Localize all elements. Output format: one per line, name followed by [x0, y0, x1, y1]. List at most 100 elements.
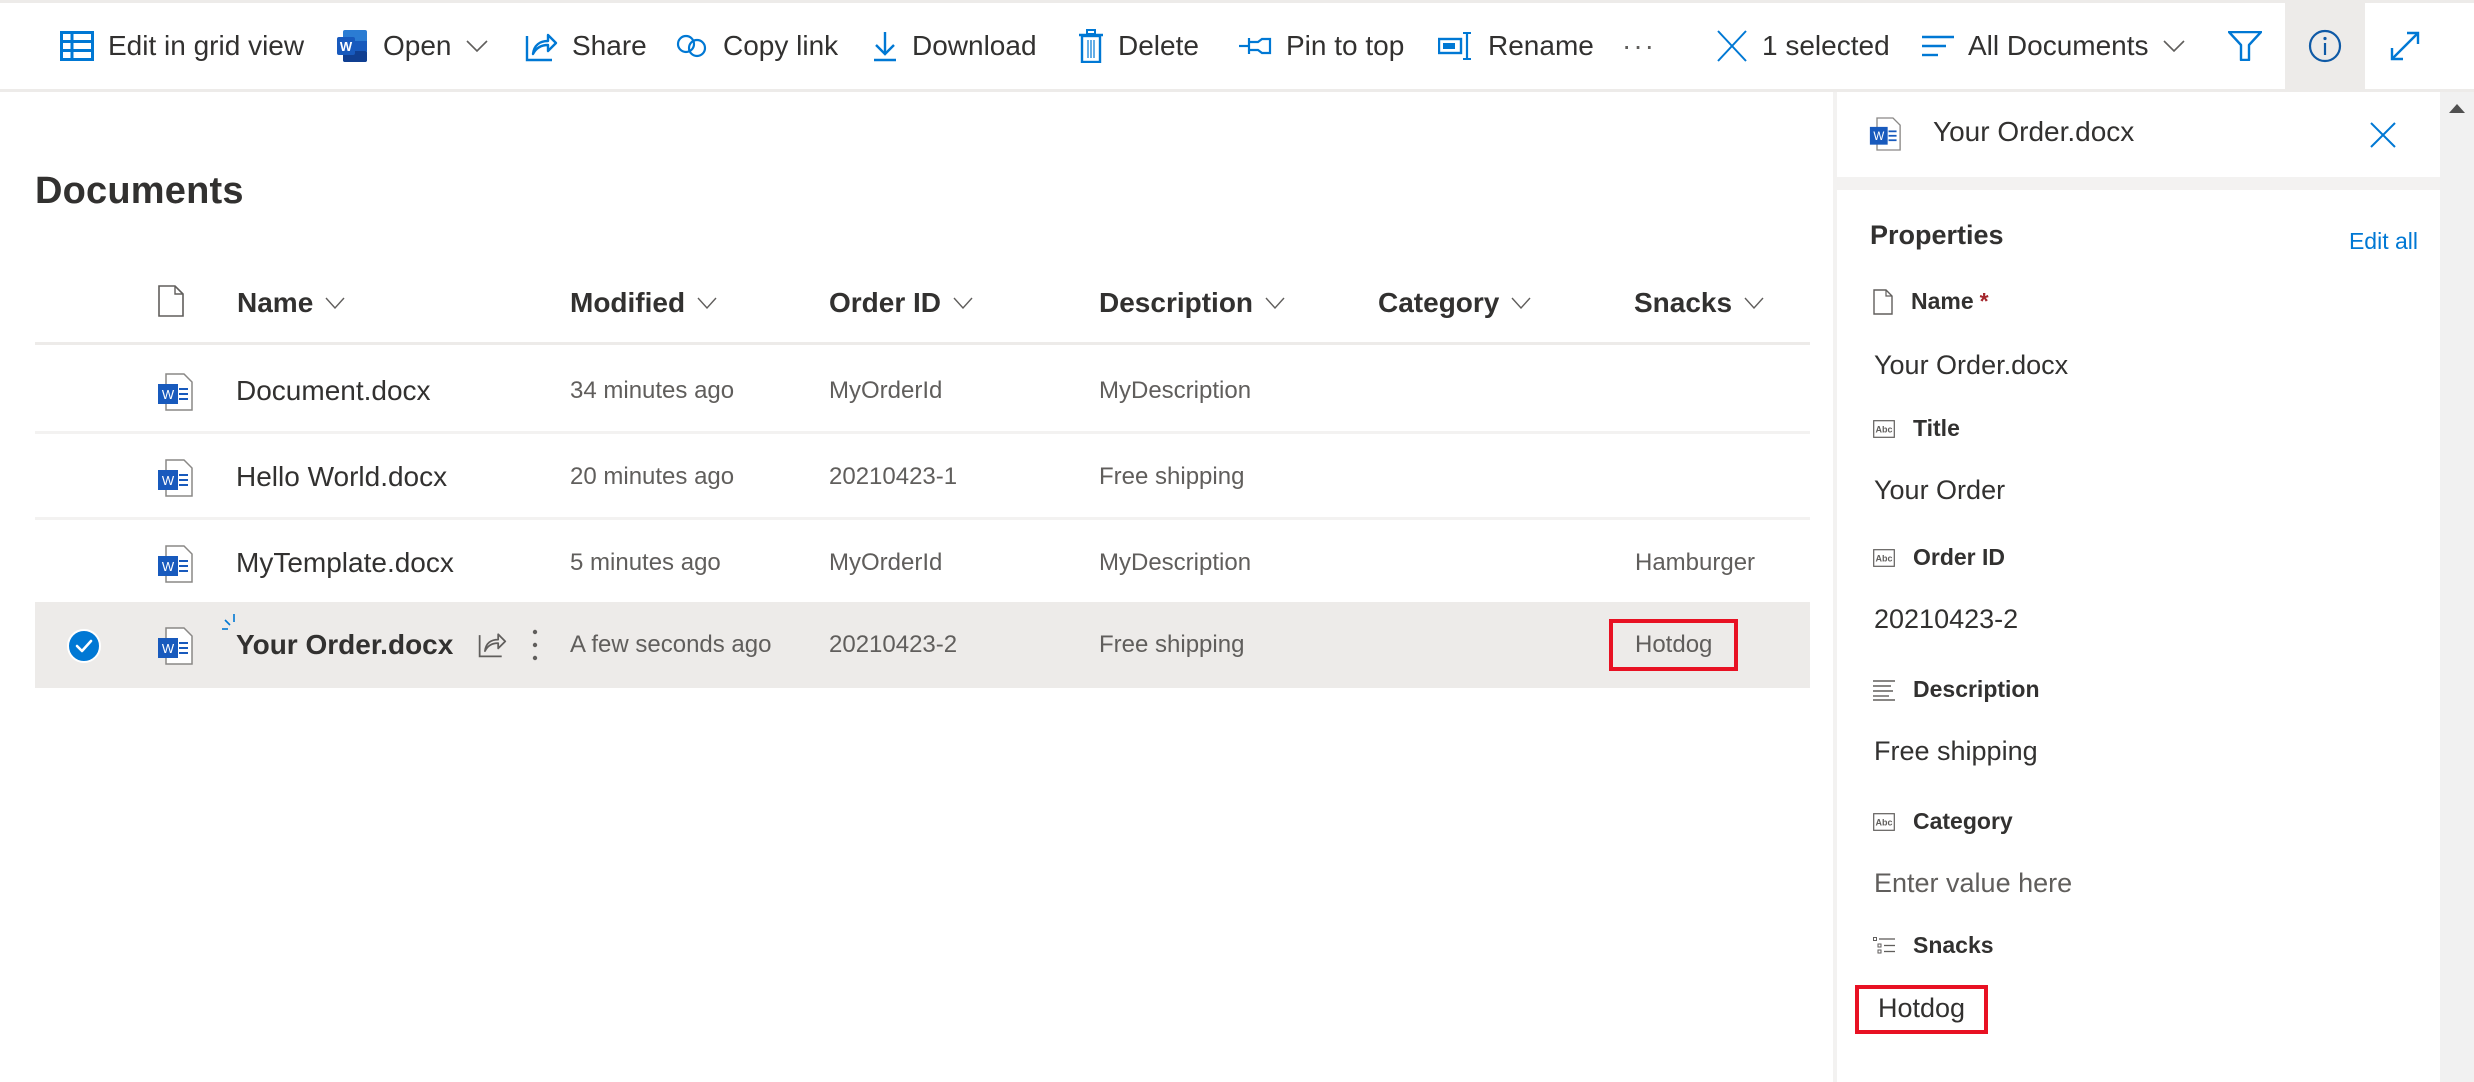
chevron-down-icon [1744, 297, 1764, 309]
property-label-snacks: Snacks [1873, 932, 1994, 959]
word-document-icon: W [157, 459, 193, 497]
pin-to-top-button[interactable]: Pin to top [1238, 3, 1404, 89]
column-header-label: Name [237, 286, 314, 318]
modified-cell: 20 minutes ago [570, 463, 735, 490]
filter-icon [2228, 31, 2262, 61]
order-id-cell: MyOrderId [829, 377, 943, 404]
file-name-link[interactable]: Your Order.docx [236, 602, 453, 688]
scroll-up-arrow-icon[interactable] [2449, 104, 2465, 113]
document-icon [1873, 288, 1893, 315]
property-label-text: Title [1913, 415, 1960, 441]
property-label-text: Description [1913, 676, 2040, 702]
order-id-cell: 20210423-2 [829, 631, 958, 658]
word-document-icon: W [157, 627, 193, 665]
property-value-title[interactable]: Your Order [1874, 475, 2005, 506]
table-row[interactable]: W Document.docx 34 minutes ago MyOrderId… [35, 348, 1810, 434]
selection-count: 1 selected [1762, 30, 1890, 61]
table-row-selected[interactable]: W Your Order.docx A few seconds ago 2021… [35, 602, 1810, 688]
property-value-snacks[interactable]: Hotdog [1855, 985, 1989, 1034]
modified-cell: 34 minutes ago [570, 377, 735, 404]
chevron-down-icon [325, 297, 345, 309]
clear-selection-button[interactable]: 1 selected [1716, 3, 1890, 89]
expand-button[interactable] [2370, 3, 2440, 89]
word-document-icon: W [1869, 116, 1901, 152]
panel-scrollbar[interactable] [2440, 92, 2474, 1082]
chevron-down-icon[interactable] [465, 39, 488, 53]
order-id-cell: 20210423-1 [829, 463, 958, 490]
column-header-snacks[interactable]: Snacks [1634, 260, 1764, 345]
property-label-text: Snacks [1913, 932, 1994, 958]
column-header-modified[interactable]: Modified [570, 260, 717, 345]
column-header-category[interactable]: Category [1378, 260, 1531, 345]
rename-icon [1438, 31, 1474, 61]
table-row[interactable]: W Hello World.docx 20 minutes ago 202104… [35, 434, 1810, 520]
download-icon [872, 30, 898, 62]
rename-button[interactable]: Rename [1438, 3, 1594, 89]
file-name-link[interactable]: MyTemplate.docx [236, 520, 454, 606]
column-header-label: Category [1378, 286, 1500, 318]
svg-text:Abc: Abc [1875, 424, 1892, 434]
edit-all-link[interactable]: Edit all [2349, 228, 2418, 255]
share-button[interactable]: Share [524, 3, 647, 89]
property-label-category: Abc Category [1873, 808, 2013, 835]
choice-list-icon [1873, 936, 1895, 955]
grid-icon [60, 31, 94, 61]
view-name: All Documents [1968, 30, 2149, 61]
property-label-description: Description [1873, 676, 2040, 703]
properties-heading: Properties [1870, 220, 2004, 250]
property-value-name[interactable]: Your Order.docx [1874, 350, 2068, 381]
column-header-row: Name Modified Order ID Description Categ… [35, 260, 1810, 345]
modified-cell: 5 minutes ago [570, 549, 721, 576]
copy-link-label: Copy link [723, 30, 839, 61]
details-pane-button[interactable] [2285, 3, 2365, 89]
edit-in-grid-view-button[interactable]: Edit in grid view [60, 3, 304, 89]
word-document-icon: W [157, 373, 193, 411]
pin-to-top-label: Pin to top [1286, 30, 1405, 61]
properties-section: Properties Edit all Name * Your Order.do… [1837, 190, 2440, 1082]
column-header-name[interactable]: Name [237, 260, 345, 345]
column-header-order-id[interactable]: Order ID [829, 260, 973, 345]
file-type-icon[interactable] [158, 285, 184, 317]
property-input-category[interactable]: Enter value here [1874, 868, 2072, 899]
table-row[interactable]: W MyTemplate.docx 5 minutes ago MyOrderI… [35, 520, 1810, 606]
command-bar: Edit in grid view W Open Share Copy link… [0, 0, 2474, 92]
text-field-icon: Abc [1873, 548, 1895, 567]
column-header-label: Order ID [829, 286, 942, 318]
more-icon: ··· [1622, 30, 1656, 61]
required-indicator: * [1979, 288, 1989, 314]
description-cell: Free shipping [1099, 631, 1245, 658]
text-field-icon: Abc [1873, 419, 1895, 438]
modified-cell: A few seconds ago [570, 631, 772, 658]
property-value-description[interactable]: Free shipping [1874, 736, 2038, 767]
file-name-link[interactable]: Hello World.docx [236, 434, 447, 520]
share-icon [524, 30, 558, 62]
file-name-link[interactable]: Document.docx [236, 348, 431, 434]
download-label: Download [912, 30, 1037, 61]
filter-button[interactable] [2228, 3, 2262, 89]
column-header-description[interactable]: Description [1099, 260, 1285, 345]
chevron-down-icon [697, 297, 717, 309]
download-button[interactable]: Download [872, 3, 1037, 89]
more-vertical-icon[interactable] [531, 628, 539, 662]
property-value-order-id[interactable]: 20210423-2 [1874, 604, 2018, 635]
open-button[interactable]: W Open [337, 3, 488, 89]
property-label-text: Name [1911, 288, 1974, 314]
more-actions-button[interactable]: ··· [1622, 3, 1656, 89]
chevron-down-icon [1511, 297, 1531, 309]
property-label-name: Name * [1873, 288, 1989, 315]
svg-text:W: W [162, 387, 175, 402]
property-label-order-id: Abc Order ID [1873, 544, 2005, 571]
view-switcher[interactable]: All Documents [1922, 3, 2185, 89]
copy-link-button[interactable]: Copy link [675, 3, 838, 89]
svg-text:Abc: Abc [1875, 817, 1892, 827]
svg-text:W: W [162, 473, 175, 488]
share-icon[interactable] [477, 629, 507, 659]
page-title: Documents [35, 170, 244, 212]
close-pane-icon[interactable] [2370, 122, 2396, 148]
close-icon [1716, 30, 1748, 62]
row-checkbox-checked-icon[interactable] [67, 629, 101, 663]
delete-button[interactable]: Delete [1078, 3, 1199, 89]
pin-icon [1238, 34, 1272, 58]
chevron-down-icon [1265, 297, 1285, 309]
property-label-text: Order ID [1913, 544, 2006, 570]
